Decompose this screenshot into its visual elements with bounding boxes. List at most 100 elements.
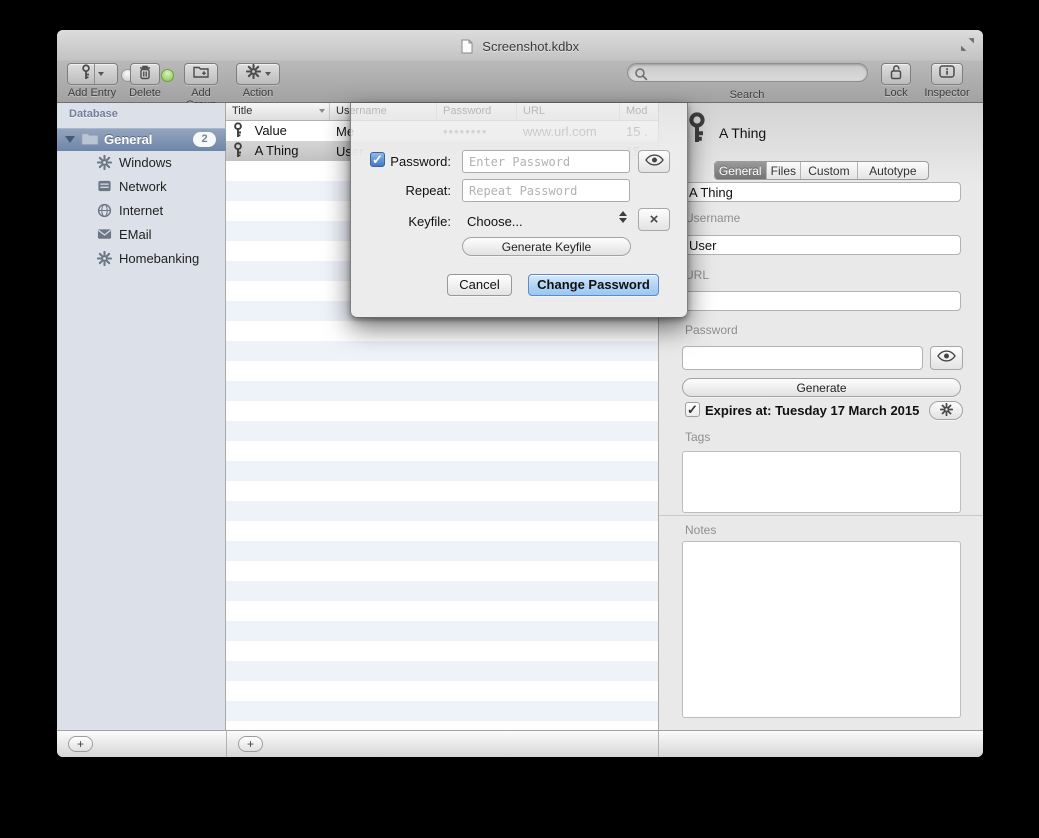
stepper-icon[interactable] [619,211,627,223]
sidebar-item-label: Windows [119,155,172,170]
add-entry-label: Add Entry [63,87,121,99]
folder-plus-icon [193,65,209,84]
section-divider [659,515,983,516]
add-entry-button[interactable] [67,63,118,85]
sidebar: Database General 2 Windows Network [57,103,226,730]
lock-label: Lock [873,87,919,99]
sidebar-item-label: Network [119,179,167,194]
sidebar-item-email[interactable]: EMail [57,223,226,247]
expiry-options-button[interactable] [929,401,963,420]
sidebar-item-label: EMail [119,227,152,242]
cancel-button[interactable]: Cancel [447,274,512,296]
delete-button[interactable] [130,63,160,85]
gear-icon [940,403,953,421]
document-icon [461,41,477,58]
add-group-footer-button[interactable]: + [68,736,93,752]
inspector-label: Inspector [918,87,976,99]
info-icon [939,65,955,83]
sidebar-item-network[interactable]: Network [57,175,226,199]
split-divider [94,64,95,84]
url-field[interactable] [682,291,961,311]
desktop: Screenshot.kdbx Add Entry [0,0,1039,838]
lock-open-icon [889,64,903,85]
tab-custom[interactable]: Custom [801,162,857,179]
globe-icon [97,203,112,223]
inspector-tabs: General Files Custom Autotype [714,161,929,180]
sheet-password-input[interactable] [462,150,630,173]
mail-icon [97,227,112,245]
inspector-panel: A Thing General Files Custom Autotype Us… [658,103,983,730]
sidebar-group-label: General [104,132,152,147]
action-button[interactable] [236,63,280,85]
trash-icon [138,64,152,85]
password-label: Password [685,323,738,337]
change-password-button[interactable]: Change Password [528,274,659,296]
titlebar: Screenshot.kdbx [57,38,983,56]
generate-password-button[interactable]: Generate [682,378,961,397]
lock-button[interactable] [881,63,911,85]
delete-label: Delete [125,87,165,99]
search-group: Search [623,63,871,101]
search-input[interactable] [627,63,868,82]
eye-icon [937,349,956,367]
inspector-entry-title: A Thing [719,125,766,141]
sidebar-header: Database [69,108,118,120]
title-field[interactable] [682,182,961,202]
notes-textarea[interactable] [682,541,961,718]
expires-checkbox[interactable]: ✓ [685,402,700,417]
tab-files[interactable]: Files [767,162,802,179]
username-label: Username [685,211,740,225]
generate-keyfile-button[interactable]: Generate Keyfile [462,237,631,256]
change-password-sheet: ✓ Password: Repeat: Keyfile: Choose... ×… [350,103,688,318]
key-icon [81,64,91,85]
add-group-button[interactable] [184,63,218,85]
chevron-down-icon [265,72,271,76]
server-icon [97,179,112,198]
keyfile-popup[interactable]: Choose... [467,214,523,229]
close-x-icon: × [650,211,659,228]
bottom-bar: + + [57,730,983,757]
sheet-password-label: Password: [387,154,451,169]
chevron-down-icon [98,72,104,76]
panel-divider [226,731,227,757]
key-icon [233,126,243,141]
panel-divider [658,731,659,757]
inspector-toggle-group: Inspector [918,63,976,99]
username-field[interactable] [682,235,961,255]
delete-group: Delete [125,63,165,99]
search-icon [634,67,648,81]
gear-icon [97,251,112,271]
sidebar-item-homebanking[interactable]: Homebanking [57,247,226,271]
sidebar-group-general[interactable]: General 2 [57,128,226,151]
clear-keyfile-button[interactable]: × [638,208,670,231]
notes-label: Notes [685,523,716,537]
sort-descending-icon [319,109,325,113]
sheet-repeat-input[interactable] [462,179,630,202]
sheet-repeat-label: Repeat: [387,183,451,198]
password-enabled-checkbox[interactable]: ✓ [370,152,385,167]
sidebar-item-windows[interactable]: Windows [57,151,226,175]
gear-icon [246,64,261,84]
window-chrome: Screenshot.kdbx Add Entry [57,30,983,103]
tab-general[interactable]: General [715,162,767,179]
app-window: Screenshot.kdbx Add Entry [57,30,983,757]
tags-textarea[interactable] [682,451,961,513]
expires-label: Expires at: Tuesday 17 March 2015 [705,403,919,418]
sidebar-item-label: Homebanking [119,251,199,266]
key-icon [233,146,243,161]
inspector-button[interactable] [931,63,963,85]
window-title: Screenshot.kdbx [482,39,579,54]
password-field[interactable] [682,346,923,370]
fullscreen-icon[interactable] [960,37,975,57]
sheet-keyfile-label: Keyfile: [387,214,451,229]
column-header-title[interactable]: Title [226,103,330,120]
sidebar-item-internet[interactable]: Internet [57,199,226,223]
add-entry-group: Add Entry [63,63,121,99]
folder-icon [81,132,99,151]
tab-autotype[interactable]: Autotype [858,162,928,179]
action-label: Action [229,87,287,99]
sheet-show-password-button[interactable] [638,150,670,173]
disclosure-triangle-icon[interactable] [65,136,75,143]
add-entry-footer-button[interactable]: + [238,736,263,752]
show-password-button[interactable] [930,346,963,370]
